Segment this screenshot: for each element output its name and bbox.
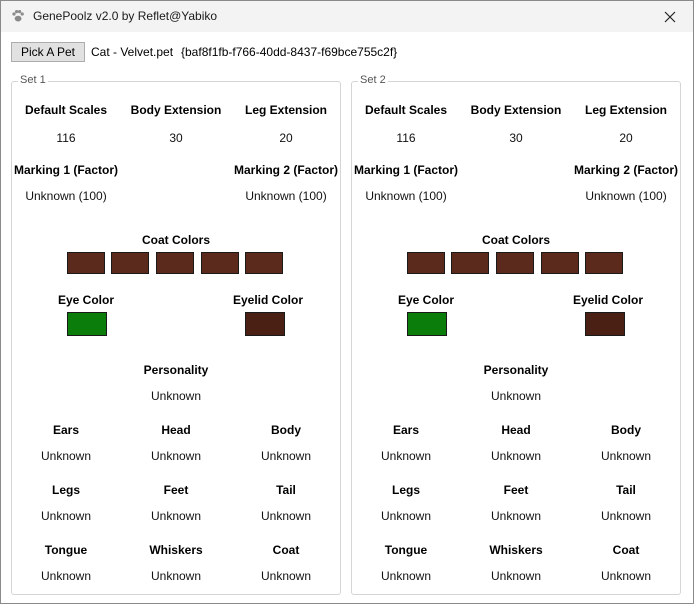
- tail-value: Unknown: [600, 509, 652, 523]
- head-label: Head: [501, 423, 531, 437]
- default-scales-label: Default Scales: [364, 103, 448, 117]
- personality-label: Personality: [143, 363, 209, 377]
- set-title: Set 2: [358, 74, 388, 86]
- set-2-group: Set 2 Default Scales Body Extension Leg …: [351, 74, 681, 595]
- personality-value: Unknown: [490, 389, 542, 403]
- set-1-group: Set 1 Default Scales Body Extension Leg …: [11, 74, 341, 595]
- feet-value: Unknown: [150, 509, 202, 523]
- coat-value: Unknown: [260, 569, 312, 583]
- body-extension-value: 30: [169, 131, 183, 145]
- coat-color-swatch-3[interactable]: [156, 252, 194, 274]
- tongue-value: Unknown: [40, 569, 92, 583]
- feet-value: Unknown: [490, 509, 542, 523]
- ears-value: Unknown: [40, 449, 92, 463]
- default-scales-value: 116: [396, 131, 416, 145]
- body-label: Body: [611, 423, 641, 437]
- feet-label: Feet: [503, 483, 529, 497]
- tail-value: Unknown: [260, 509, 312, 523]
- title-bar[interactable]: GenePoolz v2.0 by Reflet@Yabiko: [1, 1, 693, 32]
- ears-value: Unknown: [380, 449, 432, 463]
- coat-color-swatch-1[interactable]: [407, 252, 445, 274]
- marking-1-value: Unknown (100): [25, 189, 107, 203]
- whiskers-label: Whiskers: [489, 543, 543, 557]
- body-value: Unknown: [260, 449, 312, 463]
- eye-color-label: Eye Color: [397, 293, 455, 307]
- default-scales-label: Default Scales: [24, 103, 108, 117]
- legs-label: Legs: [51, 483, 81, 497]
- tongue-label: Tongue: [384, 543, 428, 557]
- personality-label: Personality: [483, 363, 549, 377]
- tongue-value: Unknown: [380, 569, 432, 583]
- head-value: Unknown: [150, 449, 202, 463]
- eyelid-color-swatch[interactable]: [245, 312, 285, 336]
- marking-2-value: Unknown (100): [585, 189, 667, 203]
- coat-color-swatch-4[interactable]: [201, 252, 239, 274]
- coat-color-swatch-5[interactable]: [585, 252, 623, 274]
- legs-value: Unknown: [380, 509, 432, 523]
- coat-color-swatch-2[interactable]: [451, 252, 489, 274]
- marking-2-label: Marking 2 (Factor): [573, 163, 679, 177]
- coat-colors-label: Coat Colors: [141, 233, 211, 247]
- coat-color-swatch-3[interactable]: [496, 252, 534, 274]
- coat-color-swatch-1[interactable]: [67, 252, 105, 274]
- window-title: GenePoolz v2.0 by Reflet@Yabiko: [33, 9, 218, 23]
- close-icon: [664, 11, 676, 22]
- set-title: Set 1: [18, 74, 48, 86]
- body-label: Body: [271, 423, 301, 437]
- marking-1-value: Unknown (100): [365, 189, 447, 203]
- eye-color-swatch[interactable]: [407, 312, 447, 336]
- body-extension-value: 30: [509, 131, 523, 145]
- legs-label: Legs: [391, 483, 421, 497]
- pick-a-pet-button[interactable]: Pick A Pet: [11, 42, 85, 62]
- coat-colors-label: Coat Colors: [481, 233, 551, 247]
- eye-color-swatch[interactable]: [67, 312, 107, 336]
- head-value: Unknown: [490, 449, 542, 463]
- default-scales-value: 116: [56, 131, 76, 145]
- coat-color-swatch-4[interactable]: [541, 252, 579, 274]
- head-label: Head: [161, 423, 191, 437]
- eye-color-label: Eye Color: [57, 293, 115, 307]
- marking-2-value: Unknown (100): [245, 189, 327, 203]
- coat-label: Coat: [272, 543, 300, 557]
- paw-icon: [12, 10, 24, 22]
- tail-label: Tail: [276, 483, 296, 497]
- body-value: Unknown: [600, 449, 652, 463]
- body-extension-label: Body Extension: [130, 103, 222, 117]
- coat-color-swatch-2[interactable]: [111, 252, 149, 274]
- pet-guid-label: {baf8f1fb-f766-40dd-8437-f69bce755c2f}: [181, 45, 398, 59]
- leg-extension-label: Leg Extension: [244, 103, 328, 117]
- leg-extension-value: 20: [279, 131, 293, 145]
- coat-color-swatch-5[interactable]: [245, 252, 283, 274]
- feet-label: Feet: [163, 483, 189, 497]
- coat-label: Coat: [612, 543, 640, 557]
- tongue-label: Tongue: [44, 543, 88, 557]
- app-window: GenePoolz v2.0 by Reflet@Yabiko Pick A P…: [0, 0, 694, 604]
- whiskers-value: Unknown: [490, 569, 542, 583]
- tail-label: Tail: [616, 483, 636, 497]
- close-button[interactable]: [647, 1, 693, 32]
- whiskers-value: Unknown: [150, 569, 202, 583]
- whiskers-label: Whiskers: [149, 543, 203, 557]
- ears-label: Ears: [392, 423, 420, 437]
- marking-2-label: Marking 2 (Factor): [233, 163, 339, 177]
- marking-1-label: Marking 1 (Factor): [13, 163, 119, 177]
- leg-extension-value: 20: [619, 131, 633, 145]
- pet-name-label: Cat - Velvet.pet: [91, 45, 174, 59]
- leg-extension-label: Leg Extension: [584, 103, 668, 117]
- legs-value: Unknown: [40, 509, 92, 523]
- coat-value: Unknown: [600, 569, 652, 583]
- personality-value: Unknown: [150, 389, 202, 403]
- eyelid-color-label: Eyelid Color: [572, 293, 644, 307]
- body-extension-label: Body Extension: [470, 103, 562, 117]
- ears-label: Ears: [52, 423, 80, 437]
- eyelid-color-swatch[interactable]: [585, 312, 625, 336]
- marking-1-label: Marking 1 (Factor): [353, 163, 459, 177]
- eyelid-color-label: Eyelid Color: [232, 293, 304, 307]
